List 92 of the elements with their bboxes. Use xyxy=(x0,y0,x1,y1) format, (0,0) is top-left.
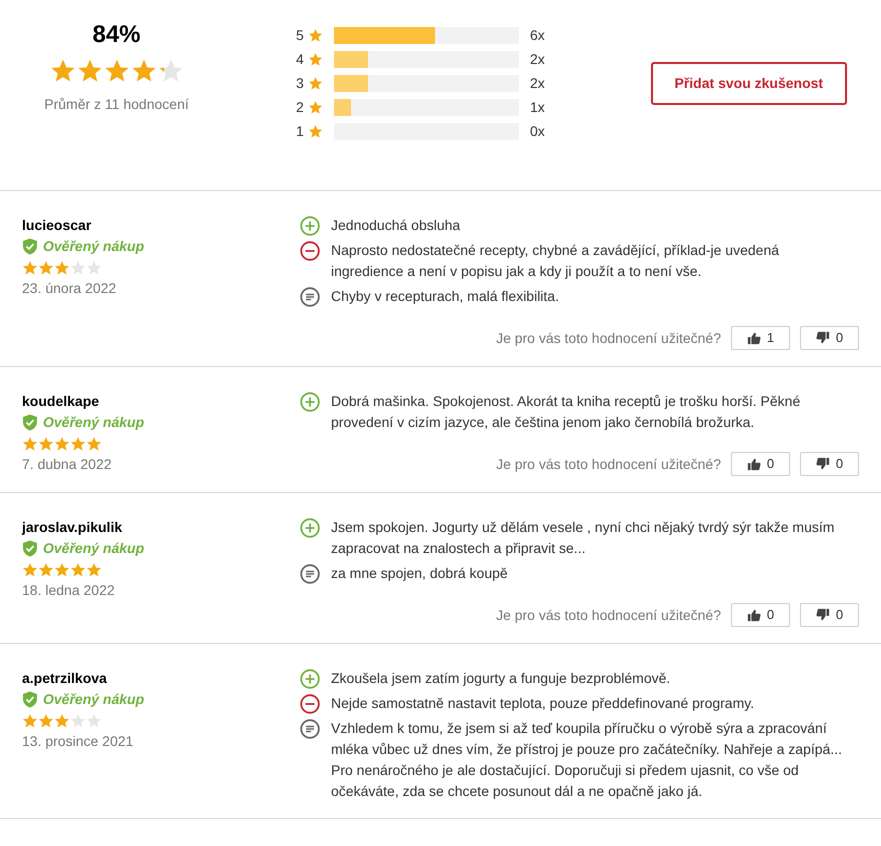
shield-check-icon xyxy=(22,414,38,431)
add-review-button[interactable]: Přidat svou zkušenost xyxy=(650,62,847,105)
review-text: Dobrá mašinka. Spokojenost. Akorát ta kniha receptů je trošku horší. Pěkné provedení v cizím jazyce, ale čeština jenom jako černobílá brožurka. xyxy=(331,392,802,432)
star-icon xyxy=(70,260,86,276)
star-icon xyxy=(76,58,102,84)
star-icon xyxy=(54,562,70,578)
minus-circle-icon xyxy=(300,241,320,261)
star-icon xyxy=(308,100,323,115)
review-date: 7. dubna 2022 xyxy=(22,455,113,474)
star-icon xyxy=(38,436,54,452)
review-text: Naprosto nedostatečné recepty, chybné a zavádějící, příklad-je uvedená ingredience a není v popisu jak a kdy ji použít a to není vše. xyxy=(331,241,780,281)
verified-purchase-label: Ověřený nákup xyxy=(43,539,144,558)
review-date: 13. prosince 2021 xyxy=(22,732,134,751)
review-text: Zkoušela jsem zatím jogurty a funguje bezproblémově. xyxy=(331,669,672,688)
review-text: Vzhledem k tomu, že jsem si až teď koupila příručku o výrobě sýra a zpracování mléka vůbec už dnes vím, že přístroj je pouze pro začátečníky. Nahřeje a zapípá... Pro nenáročného je ale dostačující. Doporučuji si předem ujasnit, co vše od očekáváte, zda se chcete posunout dál a ne opačně jako já. xyxy=(331,719,843,801)
lines-circle-icon xyxy=(300,564,320,584)
star-level-label: 1 xyxy=(296,122,305,141)
star-icon xyxy=(158,58,184,84)
review-author: jaroslav.pikulik xyxy=(22,518,124,537)
star-icon xyxy=(38,260,54,276)
star-icon xyxy=(70,713,86,729)
star-icon xyxy=(54,260,70,276)
star-level-label: 2 xyxy=(296,98,305,117)
star-icon xyxy=(70,562,86,578)
thumbs-up-icon xyxy=(746,608,761,622)
rating-count: 2x xyxy=(530,74,545,93)
star-icon xyxy=(86,713,102,729)
verified-purchase-label: Ověřený nákup xyxy=(43,237,144,256)
thumbs-down-icon xyxy=(816,608,830,622)
thumbs-up-icon xyxy=(746,331,761,345)
plus-circle-icon xyxy=(300,518,320,538)
star-icon xyxy=(86,436,102,452)
plus-circle-icon xyxy=(300,216,320,236)
star-icon xyxy=(38,713,54,729)
review-text: Jednoduchá obsluha xyxy=(331,216,462,235)
rating-count: 2x xyxy=(530,50,545,69)
like-button[interactable]: 1 xyxy=(731,326,790,350)
thumbs-down-icon xyxy=(816,331,830,345)
review-author: lucieoscar xyxy=(22,216,92,235)
shield-check-icon xyxy=(22,691,38,708)
star-icon xyxy=(22,260,38,276)
rating-caption: Průměr z 11 hodnocení xyxy=(44,95,189,114)
review-author: koudelkape xyxy=(22,392,100,411)
rating-percent: 84% xyxy=(92,20,141,50)
shield-check-icon xyxy=(22,238,38,255)
rating-count: 1x xyxy=(530,98,545,117)
star-icon xyxy=(54,713,70,729)
verified-purchase-label: Ověřený nákup xyxy=(43,690,144,709)
star-icon xyxy=(104,58,130,84)
star-icon xyxy=(38,562,54,578)
review-text: Jsem spokojen. Jogurty už dělám vesele , nyní chci nějaký tvrdý sýr takže musím zapracovat na znalostech a připravit se... xyxy=(331,518,836,558)
star-icon xyxy=(308,124,323,139)
star-icon xyxy=(22,562,38,578)
review-text: Chyby v recepturach, malá flexibilita. xyxy=(331,287,560,306)
star-icon xyxy=(308,76,323,91)
star-icon xyxy=(22,436,38,452)
review-text: Nejde samostatně nastavit teplota, pouze předdefinované programy. xyxy=(331,694,756,713)
minus-circle-icon xyxy=(300,694,320,714)
plus-circle-icon xyxy=(300,392,320,412)
like-button[interactable]: 0 xyxy=(731,603,790,627)
star-icon xyxy=(86,562,102,578)
dislike-button[interactable]: 0 xyxy=(800,603,859,627)
helpful-question: Je pro vás toto hodnocení užitečné? xyxy=(496,328,721,348)
star-level-label: 3 xyxy=(296,74,305,93)
star-icon xyxy=(308,28,323,43)
star-icon xyxy=(86,260,102,276)
thumbs-down-icon xyxy=(816,457,830,471)
shield-check-icon xyxy=(22,540,38,557)
lines-circle-icon xyxy=(300,719,320,739)
star-level-label: 5 xyxy=(296,26,305,45)
star-icon xyxy=(70,436,86,452)
review-text: za mne spojen, dobrá koupě xyxy=(331,564,509,583)
star-icon xyxy=(130,58,156,84)
star-icon xyxy=(308,52,323,67)
thumbs-up-icon xyxy=(746,457,761,471)
star-level-label: 4 xyxy=(296,50,305,69)
review-date: 23. února 2022 xyxy=(22,279,118,298)
star-icon xyxy=(50,58,76,84)
review-date: 18. ledna 2022 xyxy=(22,581,116,600)
verified-purchase-label: Ověřený nákup xyxy=(43,413,144,432)
dislike-button[interactable]: 0 xyxy=(800,452,859,476)
rating-count: 6x xyxy=(530,26,545,45)
dislike-button[interactable]: 0 xyxy=(800,326,859,350)
review-author: a.petrzilkova xyxy=(22,669,108,688)
star-icon xyxy=(54,436,70,452)
like-button[interactable]: 0 xyxy=(731,452,790,476)
lines-circle-icon xyxy=(300,287,320,307)
plus-circle-icon xyxy=(300,669,320,689)
rating-count: 0x xyxy=(530,122,545,141)
helpful-question: Je pro vás toto hodnocení užitečné? xyxy=(496,454,721,474)
helpful-question: Je pro vás toto hodnocení užitečné? xyxy=(496,606,721,625)
star-icon xyxy=(22,713,38,729)
